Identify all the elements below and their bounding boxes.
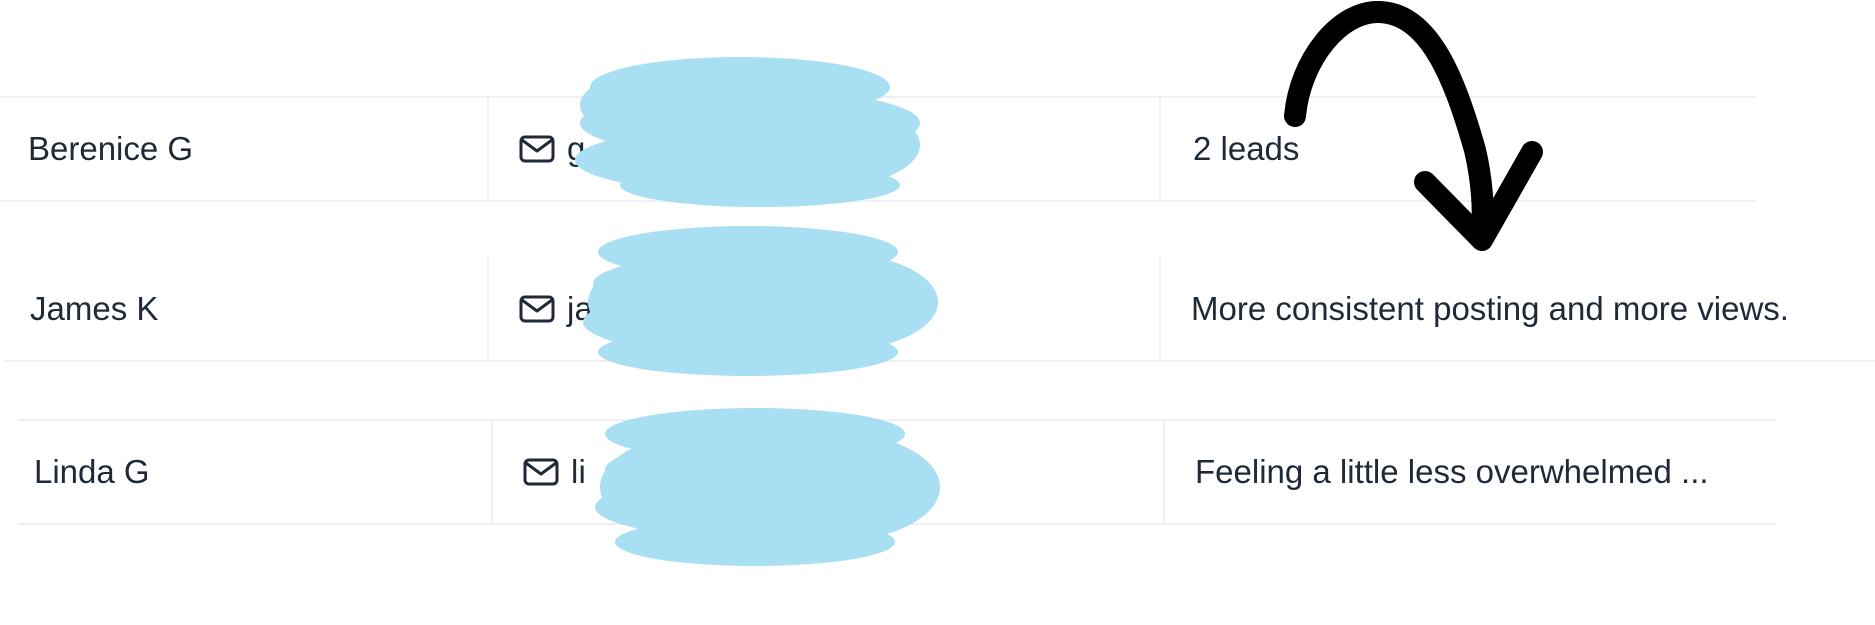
table-row: Berenice G g .com 2 leads [0, 96, 1755, 202]
contact-email[interactable]: ja ail.com [567, 290, 915, 328]
table-row: Linda G li .com Feeling a little less ov… [18, 419, 1775, 525]
note-cell: 2 leads [1159, 98, 1755, 200]
contact-note: Feeling a little less overwhelmed ... [1195, 453, 1709, 490]
contact-email[interactable]: li .com [571, 453, 874, 491]
contact-name: Berenice G [28, 130, 194, 167]
name-cell: Berenice G [0, 98, 487, 200]
contact-note: More consistent posting and more views. [1191, 290, 1789, 327]
email-cell[interactable]: g .com [487, 98, 1159, 200]
name-cell: Linda G [18, 421, 491, 523]
note-cell: More consistent posting and more views. [1159, 258, 1875, 360]
name-cell: James K [4, 258, 487, 360]
contact-email[interactable]: g .com [567, 130, 845, 168]
contact-name: Linda G [34, 453, 150, 490]
mail-icon [523, 458, 559, 486]
contact-name: James K [30, 290, 159, 327]
contact-note: 2 leads [1193, 130, 1300, 167]
email-cell[interactable]: ja ail.com [487, 258, 1159, 360]
mail-icon [519, 135, 555, 163]
mail-icon [519, 295, 555, 323]
table-row: James K ja ail.com More consistent posti… [4, 256, 1875, 362]
note-cell: Feeling a little less overwhelmed ... [1163, 421, 1775, 523]
email-cell[interactable]: li .com [491, 421, 1163, 523]
